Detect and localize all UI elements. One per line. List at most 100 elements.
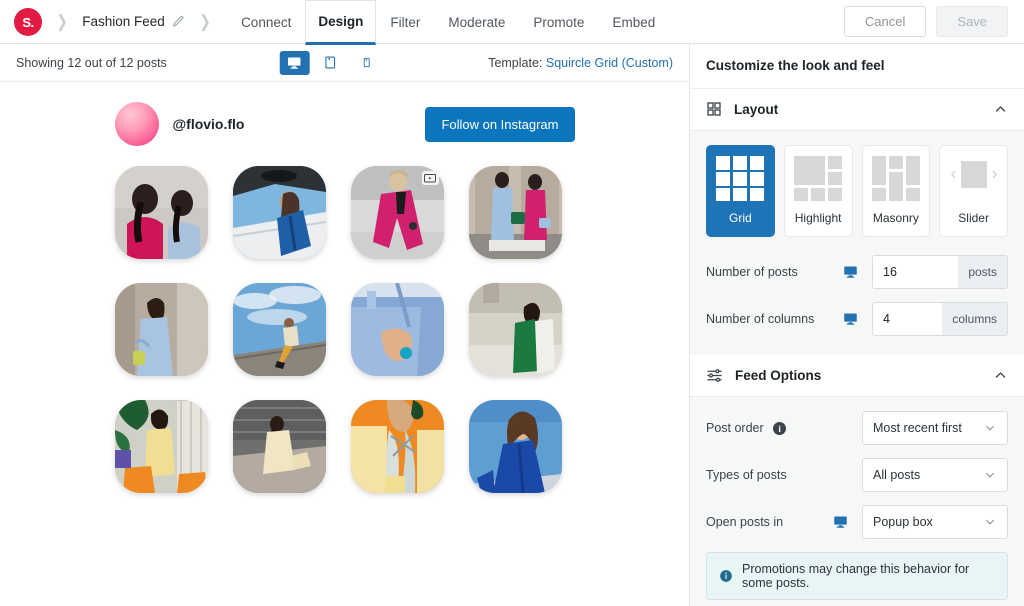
types-of-posts-value: All posts xyxy=(873,467,921,482)
tab-moderate[interactable]: Moderate xyxy=(434,0,519,44)
section-header-layout[interactable]: Layout xyxy=(690,88,1024,131)
field-open-posts-in: Open posts in Popup box xyxy=(706,504,1008,539)
post-order-select[interactable]: Most recent first xyxy=(862,410,1008,445)
layout-options: Grid Highlight Masonry Slider xyxy=(706,144,1008,237)
chevron-up-icon-layout[interactable] xyxy=(993,102,1008,117)
feed-tile-image xyxy=(468,283,562,376)
brand-logo[interactable]: S. xyxy=(14,8,42,36)
pencil-icon[interactable] xyxy=(172,15,185,28)
sliders-icon xyxy=(706,367,723,384)
number-of-columns-input-group: columns xyxy=(872,301,1008,336)
label-number-of-posts: Number of posts xyxy=(706,264,798,279)
breadcrumb-feed-label: Fashion Feed xyxy=(82,14,165,29)
desktop-icon-number-of-columns[interactable] xyxy=(843,311,858,326)
field-number-of-posts: Number of posts posts xyxy=(706,254,1008,289)
chevron-up-icon-feed-options[interactable] xyxy=(993,368,1008,383)
label-number-of-columns: Number of columns xyxy=(706,311,815,326)
feed-tile-image xyxy=(468,400,562,493)
layout-option-label-masonry: Masonry xyxy=(872,210,919,225)
chevron-down-icon-post-order xyxy=(983,421,997,435)
feed-tile-image xyxy=(114,400,208,493)
feed-tile[interactable] xyxy=(114,283,208,376)
number-of-posts-input-group: posts xyxy=(872,254,1008,289)
label-post-order-text: Post order xyxy=(706,420,764,435)
feed-tile[interactable] xyxy=(468,400,562,493)
label-post-order: Post order i xyxy=(706,420,787,436)
chevron-down-icon-open-posts-in xyxy=(983,515,997,529)
breadcrumb-feed-name[interactable]: Fashion Feed xyxy=(82,0,185,43)
save-button[interactable]: Save xyxy=(936,6,1008,37)
template-link[interactable]: Squircle Grid (Custom) xyxy=(546,56,673,70)
field-number-of-columns: Number of columns columns xyxy=(706,301,1008,336)
preview-pane: Showing 12 out of 12 posts Template: Squ… xyxy=(0,44,690,606)
promotions-notice-text: Promotions may change this behavior for … xyxy=(742,561,970,590)
feed-tile-image xyxy=(350,283,444,376)
tab-design[interactable]: Design xyxy=(305,0,377,45)
feed-tile[interactable] xyxy=(468,166,562,259)
feed-wrap: @flovio.flo Follow on Instagram xyxy=(114,96,575,493)
feed-tile[interactable] xyxy=(114,166,208,259)
field-post-order: Post order i Most recent first xyxy=(706,410,1008,445)
open-posts-in-select[interactable]: Popup box xyxy=(862,504,1008,539)
desktop-icon-open-posts-in[interactable] xyxy=(833,514,848,529)
tab-connect[interactable]: Connect xyxy=(227,0,305,44)
open-posts-in-value: Popup box xyxy=(873,514,933,529)
feed-tile[interactable] xyxy=(232,166,326,259)
post-order-value: Most recent first xyxy=(873,420,962,435)
grid-squares-icon xyxy=(706,101,722,117)
tab-embed[interactable]: Embed xyxy=(598,0,669,44)
number-of-posts-suffix: posts xyxy=(958,255,1007,288)
desktop-icon-number-of-posts[interactable] xyxy=(843,264,858,279)
layout-option-label-slider: Slider xyxy=(958,210,989,225)
account-handle: @flovio.flo xyxy=(172,116,245,132)
feed-header: @flovio.flo Follow on Instagram xyxy=(114,96,575,152)
feed-tile[interactable] xyxy=(114,400,208,493)
tab-promote[interactable]: Promote xyxy=(519,0,598,44)
promotions-notice: Promotions may change this behavior for … xyxy=(706,551,1008,600)
feed-tile[interactable] xyxy=(350,283,444,376)
follow-on-instagram-button[interactable]: Follow on Instagram xyxy=(425,106,575,142)
label-types-of-posts: Types of posts xyxy=(706,467,787,482)
feed-tile[interactable] xyxy=(232,400,326,493)
preview-toolbar: Showing 12 out of 12 posts Template: Squ… xyxy=(0,44,689,82)
template-label: Template: xyxy=(488,55,543,70)
info-icon-post-order[interactable]: i xyxy=(773,422,787,436)
feed-tile-image xyxy=(114,283,208,376)
field-types-of-posts: Types of posts All posts xyxy=(706,457,1008,492)
masonry-thumb-icon xyxy=(870,155,922,203)
customizer-sidebar: Customize the look and feel Layout Grid … xyxy=(690,44,1024,606)
label-open-posts-in: Open posts in xyxy=(706,514,784,529)
feed-tile-image xyxy=(232,166,326,259)
layout-option-grid[interactable]: Grid xyxy=(706,144,775,237)
feed-tile[interactable] xyxy=(350,400,444,493)
section-label-feed-options: Feed Options xyxy=(735,367,822,383)
cancel-button[interactable]: Cancel xyxy=(843,6,927,37)
number-of-posts-input[interactable] xyxy=(873,255,959,288)
chevron-down-icon-types-of-posts xyxy=(983,468,997,482)
info-icon-notice xyxy=(719,569,733,583)
layout-option-highlight[interactable]: Highlight xyxy=(783,144,853,237)
feed-tile-image xyxy=(232,283,326,376)
layout-option-masonry[interactable]: Masonry xyxy=(861,144,931,237)
reel-icon xyxy=(421,171,439,185)
tab-bar: Connect Design Filter Moderate Promote E… xyxy=(227,0,669,45)
number-of-columns-input[interactable] xyxy=(873,302,943,335)
highlight-thumb-icon xyxy=(792,155,844,203)
layout-option-slider[interactable]: Slider xyxy=(939,144,1008,237)
device-toggle-group xyxy=(279,50,381,75)
tab-filter[interactable]: Filter xyxy=(376,0,434,44)
section-header-feed-options[interactable]: Feed Options xyxy=(690,354,1024,397)
mobile-icon[interactable] xyxy=(351,51,381,75)
types-of-posts-select[interactable]: All posts xyxy=(862,457,1008,492)
tablet-icon[interactable] xyxy=(315,51,345,75)
feed-tile[interactable] xyxy=(350,166,444,259)
feed-tile-image xyxy=(232,400,326,493)
section-body-layout: Grid Highlight Masonry Slider Number of … xyxy=(690,130,1024,355)
body-split: Showing 12 out of 12 posts Template: Squ… xyxy=(0,44,1024,606)
posts-count-text: Showing 12 out of 12 posts xyxy=(16,55,167,70)
feed-tile[interactable] xyxy=(468,283,562,376)
desktop-icon[interactable] xyxy=(279,50,310,75)
preview-canvas: @flovio.flo Follow on Instagram xyxy=(0,82,689,606)
feed-tile[interactable] xyxy=(232,283,326,376)
feed-grid xyxy=(114,166,575,493)
